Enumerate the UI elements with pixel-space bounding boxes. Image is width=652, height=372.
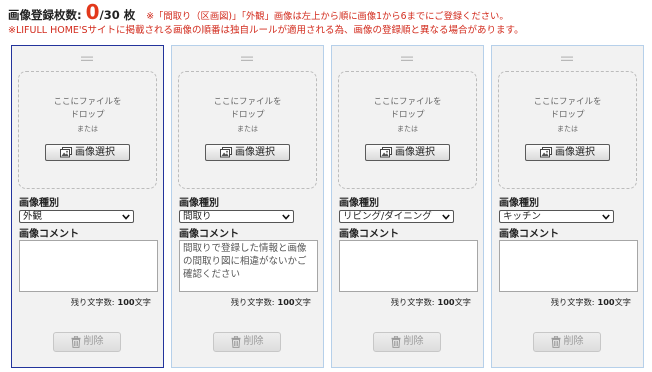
drop-hint-line2: ドロップ [390, 110, 425, 120]
image-type-label: 画像種別 [499, 198, 539, 209]
chevron-down-icon [602, 213, 610, 220]
image-count-label: 画像登録枚数: [8, 8, 82, 22]
or-text: または [557, 125, 578, 133]
drag-handle-icon[interactable] [81, 56, 93, 62]
drop-hint-line1: ここにファイルを [533, 97, 602, 107]
image-comment-textarea[interactable] [499, 240, 638, 292]
image-count-total: /30 [99, 8, 120, 22]
remaining-characters-count: 100 [437, 297, 455, 307]
image-slot-card: ここにファイルを ドロップ または 画像選択 画像種別 リビング/ダイニング 画… [331, 45, 484, 368]
or-text: または [237, 125, 258, 133]
display-order-note: ※LIFULL HOME'Sサイトに掲載される画像の順番は独自ルールが適用される… [8, 25, 524, 36]
image-count-unit: 枚 [123, 8, 136, 22]
image-type-label: 画像種別 [179, 198, 219, 209]
or-text: または [77, 125, 98, 133]
delete-button[interactable]: 削除 [533, 332, 601, 352]
remaining-characters: 残り文字数: 100文字 [71, 296, 151, 308]
trash-icon [551, 336, 561, 348]
image-count-row: 画像登録枚数: 0 /30 枚 ※「間取り（区画図)」「外観」画像は左上から順に… [8, 2, 509, 24]
drop-hint-line2: ドロップ [70, 110, 105, 120]
chevron-down-icon [122, 213, 130, 220]
remaining-characters: 残り文字数: 100文字 [231, 296, 311, 308]
trash-icon [71, 336, 81, 348]
image-comment-textarea[interactable]: 間取りで登録した情報と画像の間取り図に相違がないかご確認ください [179, 240, 318, 292]
drop-hint-line1: ここにファイルを [53, 97, 122, 107]
remaining-characters-label: 残り文字数: [230, 297, 275, 307]
delete-button[interactable]: 削除 [213, 332, 281, 352]
remaining-characters: 残り文字数: 100文字 [391, 296, 471, 308]
image-slot-card: ここにファイルを ドロップ または 画像選択 画像種別 間取り 画像コメント 間… [171, 45, 324, 368]
image-icon [380, 147, 392, 158]
select-image-button-label: 画像選択 [75, 147, 115, 158]
select-image-button-label: 画像選択 [235, 147, 275, 158]
select-image-button[interactable]: 画像選択 [525, 144, 610, 161]
image-slot-card: ここにファイルを ドロップ または 画像選択 画像種別 外観 画像コメント 残り… [11, 45, 164, 368]
file-drop-zone[interactable]: ここにファイルを ドロップ または 画像選択 [498, 71, 637, 189]
select-image-button[interactable]: 画像選択 [205, 144, 290, 161]
remaining-characters-count: 100 [597, 297, 615, 307]
drag-handle-icon[interactable] [401, 56, 413, 62]
select-image-button-label: 画像選択 [395, 147, 435, 158]
select-image-button[interactable]: 画像選択 [365, 144, 450, 161]
drop-hint-line1: ここにファイルを [213, 97, 282, 107]
delete-button-label: 削除 [83, 336, 104, 347]
file-drop-zone[interactable]: ここにファイルを ドロップ または 画像選択 [18, 71, 157, 189]
image-type-selected-value: キッチン [503, 211, 542, 222]
file-drop-zone[interactable]: ここにファイルを ドロップ または 画像選択 [338, 71, 477, 189]
file-drop-zone[interactable]: ここにファイルを ドロップ または 画像選択 [178, 71, 317, 189]
image-type-select[interactable]: 間取り [179, 210, 294, 223]
remaining-characters: 残り文字数: 100文字 [551, 296, 631, 308]
select-image-button[interactable]: 画像選択 [45, 144, 130, 161]
image-comment-textarea[interactable] [19, 240, 158, 292]
image-type-selected-value: 外観 [23, 211, 43, 222]
image-icon [60, 147, 72, 158]
drop-hint-line1: ここにファイルを [373, 97, 442, 107]
image-icon [540, 147, 552, 158]
delete-button-label: 削除 [243, 336, 264, 347]
or-text: または [397, 125, 418, 133]
image-type-select[interactable]: リビング/ダイニング [339, 210, 454, 223]
delete-button[interactable]: 削除 [53, 332, 121, 352]
drag-handle-icon[interactable] [561, 56, 573, 62]
drop-hint-line2: ドロップ [550, 110, 585, 120]
chevron-down-icon [442, 213, 450, 220]
remaining-characters-count: 100 [117, 297, 135, 307]
image-icon [220, 147, 232, 158]
remaining-characters-unit: 文字 [454, 297, 471, 307]
image-type-label: 画像種別 [19, 198, 59, 209]
remaining-characters-label: 残り文字数: [550, 297, 595, 307]
image-type-select[interactable]: 外観 [19, 210, 134, 223]
drag-handle-icon[interactable] [241, 56, 253, 62]
image-type-select[interactable]: キッチン [499, 210, 614, 223]
delete-button-label: 削除 [403, 336, 424, 347]
image-type-selected-value: リビング/ダイニング [343, 211, 432, 222]
image-type-selected-value: 間取り [183, 211, 212, 222]
delete-button[interactable]: 削除 [373, 332, 441, 352]
delete-button-label: 削除 [563, 336, 584, 347]
remaining-characters-label: 残り文字数: [70, 297, 115, 307]
image-slot-card: ここにファイルを ドロップ または 画像選択 画像種別 キッチン 画像コメント … [491, 45, 644, 368]
chevron-down-icon [282, 213, 290, 220]
trash-icon [391, 336, 401, 348]
remaining-characters-count: 100 [277, 297, 295, 307]
remaining-characters-unit: 文字 [134, 297, 151, 307]
remaining-characters-unit: 文字 [614, 297, 631, 307]
image-count-value: 0 [85, 0, 100, 24]
remaining-characters-unit: 文字 [294, 297, 311, 307]
image-comment-textarea[interactable] [339, 240, 478, 292]
trash-icon [231, 336, 241, 348]
remaining-characters-label: 残り文字数: [390, 297, 435, 307]
drop-hint-line2: ドロップ [230, 110, 265, 120]
select-image-button-label: 画像選択 [555, 147, 595, 158]
image-type-label: 画像種別 [339, 198, 379, 209]
